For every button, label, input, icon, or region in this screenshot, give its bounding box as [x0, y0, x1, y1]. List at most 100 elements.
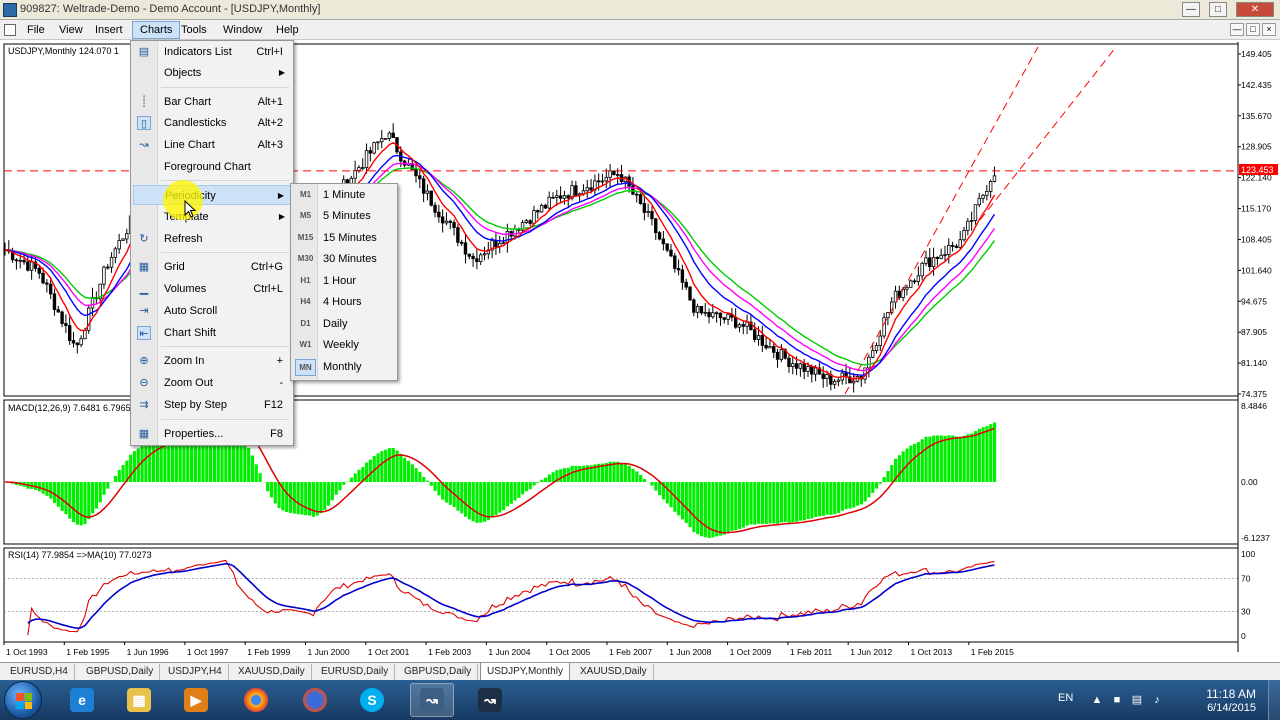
metatrader-icon: ↝	[420, 688, 444, 712]
mdi-minimize-button[interactable]: —	[1230, 23, 1244, 36]
menu-bar: File View Insert Charts Tools Window Hel…	[0, 20, 1280, 40]
period-h4[interactable]: H4 4 Hours	[293, 292, 395, 313]
tab-xauusd-daily[interactable]: XAUUSD,Daily	[232, 664, 312, 680]
clock-time[interactable]: 11:18 AM	[1206, 687, 1256, 701]
macd-bar	[954, 436, 959, 483]
tray-arrow-icon[interactable]: ▲	[1090, 693, 1104, 707]
volume-icon[interactable]: ♪	[1150, 693, 1164, 707]
taskbar-file-explorer[interactable]: ▦	[117, 683, 161, 717]
macd-bar	[791, 482, 795, 523]
macd-bar	[521, 482, 525, 495]
taskbar-metatrader-2[interactable]: ↝	[468, 683, 512, 717]
period-m30[interactable]: M30 30 Minutes	[293, 249, 395, 270]
period-w1[interactable]: W1 Weekly	[293, 335, 395, 356]
macd-bar	[524, 482, 529, 492]
tab-xauusd-daily-2[interactable]: XAUUSD,Daily	[574, 664, 654, 680]
tab-usdjpy-h4[interactable]: USDJPY,H4	[162, 664, 229, 680]
menu-volumes[interactable]: ▁ Volumes Ctrl+L	[133, 279, 291, 299]
tab-eurusd-h4[interactable]: EURUSD,H4	[4, 664, 75, 680]
zoom-in-icon: ⊕	[139, 355, 149, 367]
macd-bar	[909, 445, 913, 483]
clock-date[interactable]: 6/14/2015	[1207, 702, 1256, 714]
date-tick-label: 1 Oct 2001	[368, 647, 410, 657]
period-m5[interactable]: M5 5 Minutes	[293, 206, 395, 227]
menu-line-chart[interactable]: ↝ Line Chart Alt+3	[133, 135, 291, 155]
macd-bar	[726, 482, 730, 533]
period-mn[interactable]: MN Monthly	[293, 357, 395, 378]
language-indicator[interactable]: EN	[1058, 692, 1073, 704]
mdi-restore-button[interactable]: □	[1246, 23, 1260, 36]
tray-app-icon[interactable]: ■	[1110, 693, 1124, 707]
menu-refresh[interactable]: ↻ Refresh	[133, 229, 291, 249]
date-tick-label: 1 Oct 2009	[730, 647, 772, 657]
menu-tools[interactable]: Tools	[174, 21, 214, 39]
show-desktop-button[interactable]	[1268, 680, 1280, 720]
macd-bar	[547, 474, 551, 483]
period-d1[interactable]: D1 Daily	[293, 314, 395, 335]
macd-bar	[768, 482, 772, 524]
period-m1[interactable]: M1 1 Minute	[293, 185, 395, 206]
taskbar-skype[interactable]: S	[350, 683, 394, 717]
maximize-button[interactable]: □	[1209, 2, 1227, 17]
macd-bar	[300, 482, 304, 515]
menu-chart-shift[interactable]: ⇤ Chart Shift	[133, 323, 291, 343]
close-button[interactable]: ✕	[1236, 2, 1274, 17]
macd-bar	[87, 482, 91, 520]
minimize-button[interactable]: —	[1182, 2, 1200, 17]
menu-view[interactable]: View	[52, 21, 90, 39]
taskbar-internet-explorer[interactable]: e	[60, 683, 104, 717]
tab-usdjpy-monthly[interactable]: USDJPY,Monthly	[480, 663, 570, 681]
taskbar-metatrader[interactable]: ↝	[410, 683, 454, 717]
menu-insert[interactable]: Insert	[88, 21, 130, 39]
macd-bar	[699, 482, 704, 537]
menu-foreground-chart[interactable]: Foreground Chart	[133, 157, 291, 177]
macd-bar	[718, 482, 723, 536]
mdi-close-button[interactable]: ×	[1262, 23, 1276, 36]
menu-help[interactable]: Help	[269, 21, 306, 39]
price-tick-label: 108.405	[1241, 234, 1272, 244]
period-m15[interactable]: M15 15 Minutes	[293, 228, 395, 249]
menu-zoom-in[interactable]: ⊕ Zoom In +	[133, 351, 291, 371]
macd-bar	[353, 473, 357, 483]
macd-bar	[665, 482, 669, 504]
candlestick	[383, 138, 388, 140]
menu-window[interactable]: Window	[216, 21, 269, 39]
menu-objects[interactable]: Objects ▶	[133, 63, 291, 83]
macd-bar	[802, 482, 806, 521]
menu-step-by-step[interactable]: ⇉ Step by Step F12	[133, 395, 291, 415]
menu-candlesticks[interactable]: ▯ Candlesticks Alt+2	[133, 113, 291, 133]
macd-bar	[403, 457, 407, 483]
taskbar-chrome[interactable]	[234, 683, 278, 717]
macd-bar	[543, 477, 548, 483]
start-button[interactable]	[4, 681, 42, 719]
taskbar-firefox[interactable]	[293, 683, 337, 717]
menu-template[interactable]: Template ▶	[133, 207, 291, 227]
macd-bar	[734, 482, 738, 531]
menu-periodicity[interactable]: Periodicity ▶	[133, 185, 291, 205]
taskbar-media-player[interactable]: ▶	[174, 683, 218, 717]
network-icon[interactable]: ▤	[1130, 693, 1144, 707]
macd-bar	[776, 482, 780, 524]
menu-zoom-out[interactable]: ⊖ Zoom Out -	[133, 373, 291, 393]
tab-gbpusd-daily-2[interactable]: GBPUSD,Daily	[398, 664, 479, 680]
menu-auto-scroll[interactable]: ⇥ Auto Scroll	[133, 301, 291, 321]
period-h1[interactable]: H1 1 Hour	[293, 271, 395, 292]
macd-bar	[825, 482, 829, 515]
tab-eurusd-daily[interactable]: EURUSD,Daily	[315, 664, 396, 680]
menu-file[interactable]: File	[20, 21, 52, 39]
macd-bar	[102, 482, 106, 495]
macd-bar	[151, 440, 156, 483]
menu-grid[interactable]: ▦ Grid Ctrl+G	[133, 257, 291, 277]
macd-bar	[475, 482, 479, 523]
tab-gbpusd-daily[interactable]: GBPUSD,Daily	[80, 664, 161, 680]
macd-bar	[635, 471, 639, 483]
rsi-tick-label: 30	[1241, 606, 1251, 616]
macd-bar	[707, 482, 711, 539]
date-tick-label: 1 Jun 2000	[308, 647, 350, 657]
macd-bar	[425, 480, 430, 483]
candlestick	[657, 231, 662, 241]
macd-bar	[52, 482, 57, 504]
menu-properties[interactable]: ▦ Properties... F8	[133, 424, 291, 444]
menu-bar-chart[interactable]: ┊ Bar Chart Alt+1	[133, 92, 291, 112]
menu-indicators-list[interactable]: ▤ Indicators List Ctrl+I	[133, 42, 291, 62]
